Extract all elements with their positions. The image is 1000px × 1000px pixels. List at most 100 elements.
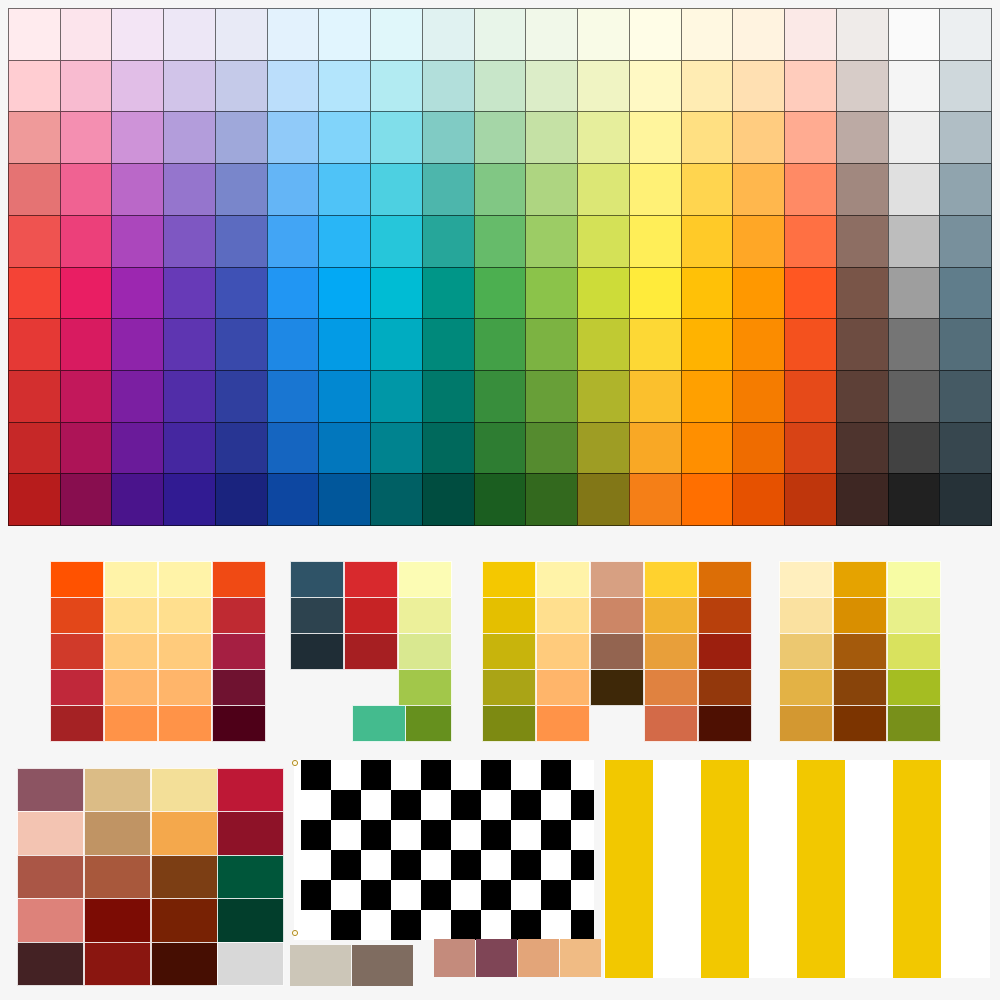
color-swatch[interactable] [267,215,319,268]
color-swatch[interactable] [887,561,941,598]
color-swatch[interactable] [60,318,112,371]
color-swatch[interactable] [50,633,104,670]
color-swatch[interactable] [151,768,218,813]
color-swatch[interactable] [629,473,682,526]
color-swatch[interactable] [784,8,837,61]
color-swatch[interactable] [888,267,940,319]
color-swatch[interactable] [779,561,833,598]
color-swatch[interactable] [732,8,785,61]
color-swatch[interactable] [836,8,889,61]
color-swatch[interactable] [50,597,104,634]
color-swatch[interactable] [267,60,319,112]
color-swatch[interactable] [784,267,837,319]
color-swatch[interactable] [111,318,164,371]
color-swatch[interactable] [422,60,475,112]
color-swatch[interactable] [525,267,578,319]
color-swatch[interactable] [84,854,151,900]
color-swatch[interactable] [212,561,266,598]
color-swatch[interactable] [104,633,158,670]
color-swatch[interactable] [732,60,785,112]
color-swatch[interactable] [111,267,164,319]
color-swatch[interactable] [290,633,344,670]
color-swatch[interactable] [644,705,698,742]
color-swatch[interactable] [525,163,578,216]
color-swatch[interactable] [836,60,889,112]
color-swatch[interactable] [104,561,158,598]
color-swatch[interactable] [158,633,212,670]
color-swatch[interactable] [629,215,682,268]
color-swatch[interactable] [60,8,112,61]
color-swatch[interactable] [577,8,630,61]
color-swatch[interactable] [474,8,526,61]
color-swatch[interactable] [888,318,940,371]
color-swatch[interactable] [8,370,61,423]
color-swatch[interactable] [422,422,475,474]
color-swatch[interactable] [590,669,644,706]
color-swatch[interactable] [267,163,319,216]
color-swatch[interactable] [939,267,992,319]
color-swatch[interactable] [833,561,887,598]
color-swatch[interactable] [398,669,452,706]
color-swatch[interactable] [577,473,630,526]
color-swatch[interactable] [681,163,733,216]
color-swatch[interactable] [163,215,216,268]
color-swatch[interactable] [939,473,992,526]
color-swatch[interactable] [318,370,371,423]
color-swatch[interactable] [8,267,61,319]
color-swatch[interactable] [8,163,61,216]
color-swatch[interactable] [939,8,992,61]
color-swatch[interactable] [60,111,112,164]
color-swatch[interactable] [577,215,630,268]
color-swatch[interactable] [398,561,452,598]
color-swatch[interactable] [212,669,266,706]
color-swatch[interactable] [525,111,578,164]
color-swatch[interactable] [267,473,319,526]
color-swatch[interactable] [158,705,212,742]
color-swatch[interactable] [217,854,284,900]
color-swatch[interactable] [784,215,837,268]
color-swatch[interactable] [111,215,164,268]
color-swatch[interactable] [629,422,682,474]
color-swatch[interactable] [681,8,733,61]
selection-handle-top-left[interactable] [292,760,298,766]
color-swatch[interactable] [422,473,475,526]
color-swatch[interactable] [560,939,601,977]
color-swatch[interactable] [111,60,164,112]
color-swatch[interactable] [111,422,164,474]
color-swatch[interactable] [163,60,216,112]
color-swatch[interactable] [888,8,940,61]
color-swatch[interactable] [370,60,423,112]
color-swatch[interactable] [536,597,590,634]
color-swatch[interactable] [60,215,112,268]
color-swatch[interactable] [681,111,733,164]
color-swatch[interactable] [267,422,319,474]
color-swatch[interactable] [151,811,218,856]
color-swatch[interactable] [732,111,785,164]
color-swatch[interactable] [318,8,371,61]
color-swatch[interactable] [104,705,158,742]
color-swatch[interactable] [158,597,212,634]
color-swatch[interactable] [60,422,112,474]
color-swatch[interactable] [84,898,151,943]
color-swatch[interactable] [784,163,837,216]
color-swatch[interactable] [629,318,682,371]
color-swatch[interactable] [17,941,84,986]
color-swatch[interactable] [217,768,284,813]
color-swatch[interactable] [732,473,785,526]
color-swatch[interactable] [370,473,423,526]
color-swatch[interactable] [681,215,733,268]
color-swatch[interactable] [60,473,112,526]
color-swatch[interactable] [8,8,61,61]
color-swatch[interactable] [887,597,941,634]
color-swatch[interactable] [784,370,837,423]
color-swatch[interactable] [577,318,630,371]
color-swatch[interactable] [644,633,698,670]
color-swatch[interactable] [888,370,940,423]
color-swatch[interactable] [681,267,733,319]
color-swatch[interactable] [644,561,698,598]
color-swatch[interactable] [833,633,887,670]
color-swatch[interactable] [422,111,475,164]
color-swatch[interactable] [939,163,992,216]
color-swatch[interactable] [422,267,475,319]
selection-handle-bottom-left[interactable] [292,930,298,936]
